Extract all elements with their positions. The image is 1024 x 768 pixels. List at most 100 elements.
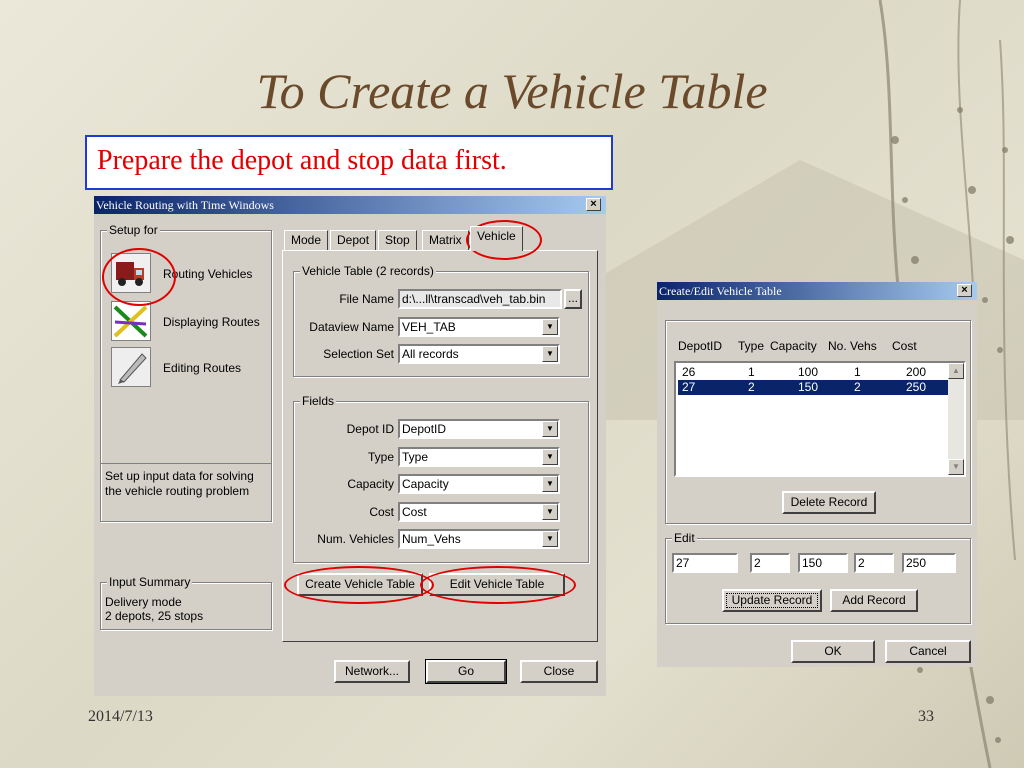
- input-summary-mode: Delivery mode: [105, 595, 182, 609]
- file-name-label: File Name: [339, 292, 394, 306]
- tab-stop[interactable]: Stop: [378, 230, 417, 250]
- table-cell: 1: [854, 365, 861, 379]
- edit-field-type[interactable]: 2: [750, 553, 790, 573]
- table-cell: 26: [682, 365, 696, 379]
- edit-field-depotid[interactable]: 27: [672, 553, 738, 573]
- input-summary-group: Input Summary Delivery mode 2 depots, 25…: [100, 575, 272, 630]
- vrtw-title: Vehicle Routing with Time Windows: [96, 198, 274, 212]
- cevt-dialog: Create/Edit Vehicle Table × DepotID Type C…: [657, 282, 977, 667]
- chevron-down-icon[interactable]: ▼: [542, 531, 558, 547]
- tab-mode[interactable]: Mode: [284, 230, 329, 250]
- column-header: Capacity: [770, 339, 817, 353]
- capacity-select[interactable]: Capacity ▼: [398, 474, 560, 494]
- routes-icon[interactable]: [111, 301, 151, 341]
- depot-id-select[interactable]: DepotID ▼: [398, 419, 560, 439]
- go-button[interactable]: Go: [425, 659, 507, 684]
- chevron-down-icon[interactable]: ▼: [542, 346, 558, 362]
- delete-record-button[interactable]: Delete Record: [782, 491, 876, 514]
- edit-field-no-vehs[interactable]: 2: [854, 553, 894, 573]
- column-header: Type: [738, 339, 765, 353]
- capacity-label: Capacity: [347, 477, 394, 491]
- create-vehicle-table-button[interactable]: Create Vehicle Table: [297, 573, 423, 596]
- slide-title: To Create a Vehicle Table: [256, 63, 768, 119]
- selection-set-label: Selection Set: [323, 347, 394, 361]
- vehicle-table-group: Vehicle Table (2 records) File Name d:\.…: [293, 264, 589, 377]
- selection-set-select[interactable]: All records ▼: [398, 344, 560, 364]
- chevron-down-icon[interactable]: ▼: [542, 449, 558, 465]
- table-cell: 250: [906, 380, 927, 394]
- cevt-title: Create/Edit Vehicle Table: [659, 284, 782, 298]
- table-cell: 27: [682, 380, 696, 394]
- table-cell: 2: [854, 380, 861, 394]
- num-vehicles-select[interactable]: Num_Vehs ▼: [398, 529, 560, 549]
- vrtw-titlebar: Vehicle Routing with Time Windows: [94, 196, 606, 214]
- column-header: No. Vehs: [828, 339, 877, 353]
- table-row[interactable]: 26 1 100 1 200: [678, 365, 948, 380]
- setup-item-displaying-routes[interactable]: Displaying Routes: [163, 315, 260, 329]
- input-summary-label: Input Summary: [107, 575, 193, 589]
- edit-field-cost[interactable]: 250: [902, 553, 956, 573]
- vrtw-dialog: Vehicle Routing with Time Windows × Setu…: [94, 196, 606, 696]
- scrollbar[interactable]: ▲ ▼: [948, 363, 964, 475]
- setup-item-editing-routes[interactable]: Editing Routes: [163, 361, 241, 375]
- dataview-name-value: VEH_TAB: [402, 320, 456, 334]
- footer-date: 2014/7/13: [88, 708, 153, 725]
- close-button[interactable]: Close: [520, 660, 598, 683]
- vehicle-tab-panel: Vehicle Table (2 records) File Name d:\.…: [282, 250, 598, 642]
- cost-select[interactable]: Cost ▼: [398, 502, 560, 522]
- table-cell: 2: [748, 380, 755, 394]
- column-header: Cost: [892, 339, 917, 353]
- truck-icon[interactable]: [111, 253, 151, 293]
- close-icon[interactable]: ×: [957, 284, 972, 297]
- table-cell: 150: [798, 380, 819, 394]
- selection-set-value: All records: [402, 347, 459, 361]
- edit-vehicle-table-button[interactable]: Edit Vehicle Table: [429, 573, 565, 596]
- chevron-down-icon[interactable]: ▼: [542, 421, 558, 437]
- close-icon[interactable]: ×: [586, 198, 601, 211]
- depot-id-value: DepotID: [402, 422, 447, 436]
- type-label: Type: [367, 450, 394, 464]
- pen-icon[interactable]: [111, 347, 151, 387]
- tab-matrix[interactable]: Matrix: [422, 230, 469, 250]
- scroll-up-icon[interactable]: ▲: [948, 363, 964, 379]
- cancel-button[interactable]: Cancel: [885, 640, 971, 663]
- table-cell: 100: [798, 365, 819, 379]
- tab-depot[interactable]: Depot: [330, 230, 377, 250]
- setup-for-group: Setup for Routing Vehicles Displaying Ro…: [100, 223, 272, 522]
- capacity-value: Capacity: [402, 477, 449, 491]
- edit-field-capacity[interactable]: 150: [798, 553, 848, 573]
- table-row[interactable]: 27 2 150 2 250: [678, 380, 948, 395]
- type-select[interactable]: Type ▼: [398, 447, 560, 467]
- network-button[interactable]: Network...: [334, 660, 410, 683]
- ok-button[interactable]: OK: [791, 640, 875, 663]
- chevron-down-icon[interactable]: ▼: [542, 504, 558, 520]
- edit-group: Edit 27 2 150 2 250 Update Record Add Record: [665, 531, 971, 624]
- browse-button[interactable]: ...: [564, 289, 582, 309]
- dataview-name-select[interactable]: VEH_TAB ▼: [398, 317, 560, 337]
- scroll-down-icon[interactable]: ▼: [948, 459, 964, 475]
- fields-label: Fields: [300, 394, 337, 408]
- callout-note: Prepare the depot and stop data first.: [85, 135, 613, 190]
- setup-description: Set up input data for solving the vehicl…: [105, 469, 254, 498]
- setup-for-label: Setup for: [107, 223, 160, 237]
- add-record-button[interactable]: Add Record: [830, 589, 918, 612]
- depot-id-label: Depot ID: [346, 422, 394, 436]
- chevron-down-icon[interactable]: ▼: [542, 476, 558, 492]
- table-header: DepotID Type Capacity No. Vehs Cost: [678, 339, 958, 355]
- setup-description-box: Set up input data for solving the vehicl…: [101, 463, 271, 522]
- dataview-name-label: Dataview Name: [309, 320, 394, 334]
- fields-group: Fields Depot ID DepotID ▼ Type Type ▼ Ca…: [293, 394, 589, 563]
- num-vehicles-label: Num. Vehicles: [317, 532, 394, 546]
- edit-fields: 27 2 150 2 250: [666, 539, 970, 579]
- page-number: 33: [918, 708, 934, 725]
- records-rows: 26 1 100 1 200 27 2 150 2 250: [676, 363, 948, 475]
- records-group: DepotID Type Capacity No. Vehs Cost 26 1 100 1 2…: [665, 320, 971, 524]
- file-name-field[interactable]: d:\...ll\transcad\veh_tab.bin: [398, 289, 562, 309]
- update-record-button[interactable]: Update Record: [722, 589, 822, 612]
- chevron-down-icon[interactable]: ▼: [542, 319, 558, 335]
- setup-item-routing-vehicles[interactable]: Routing Vehicles: [163, 267, 252, 281]
- cost-value: Cost: [402, 505, 427, 519]
- records-list[interactable]: 26 1 100 1 200 27 2 150 2 250 ▲ ▼: [674, 361, 966, 477]
- column-header: DepotID: [678, 339, 723, 353]
- tab-vehicle[interactable]: Vehicle: [470, 226, 523, 251]
